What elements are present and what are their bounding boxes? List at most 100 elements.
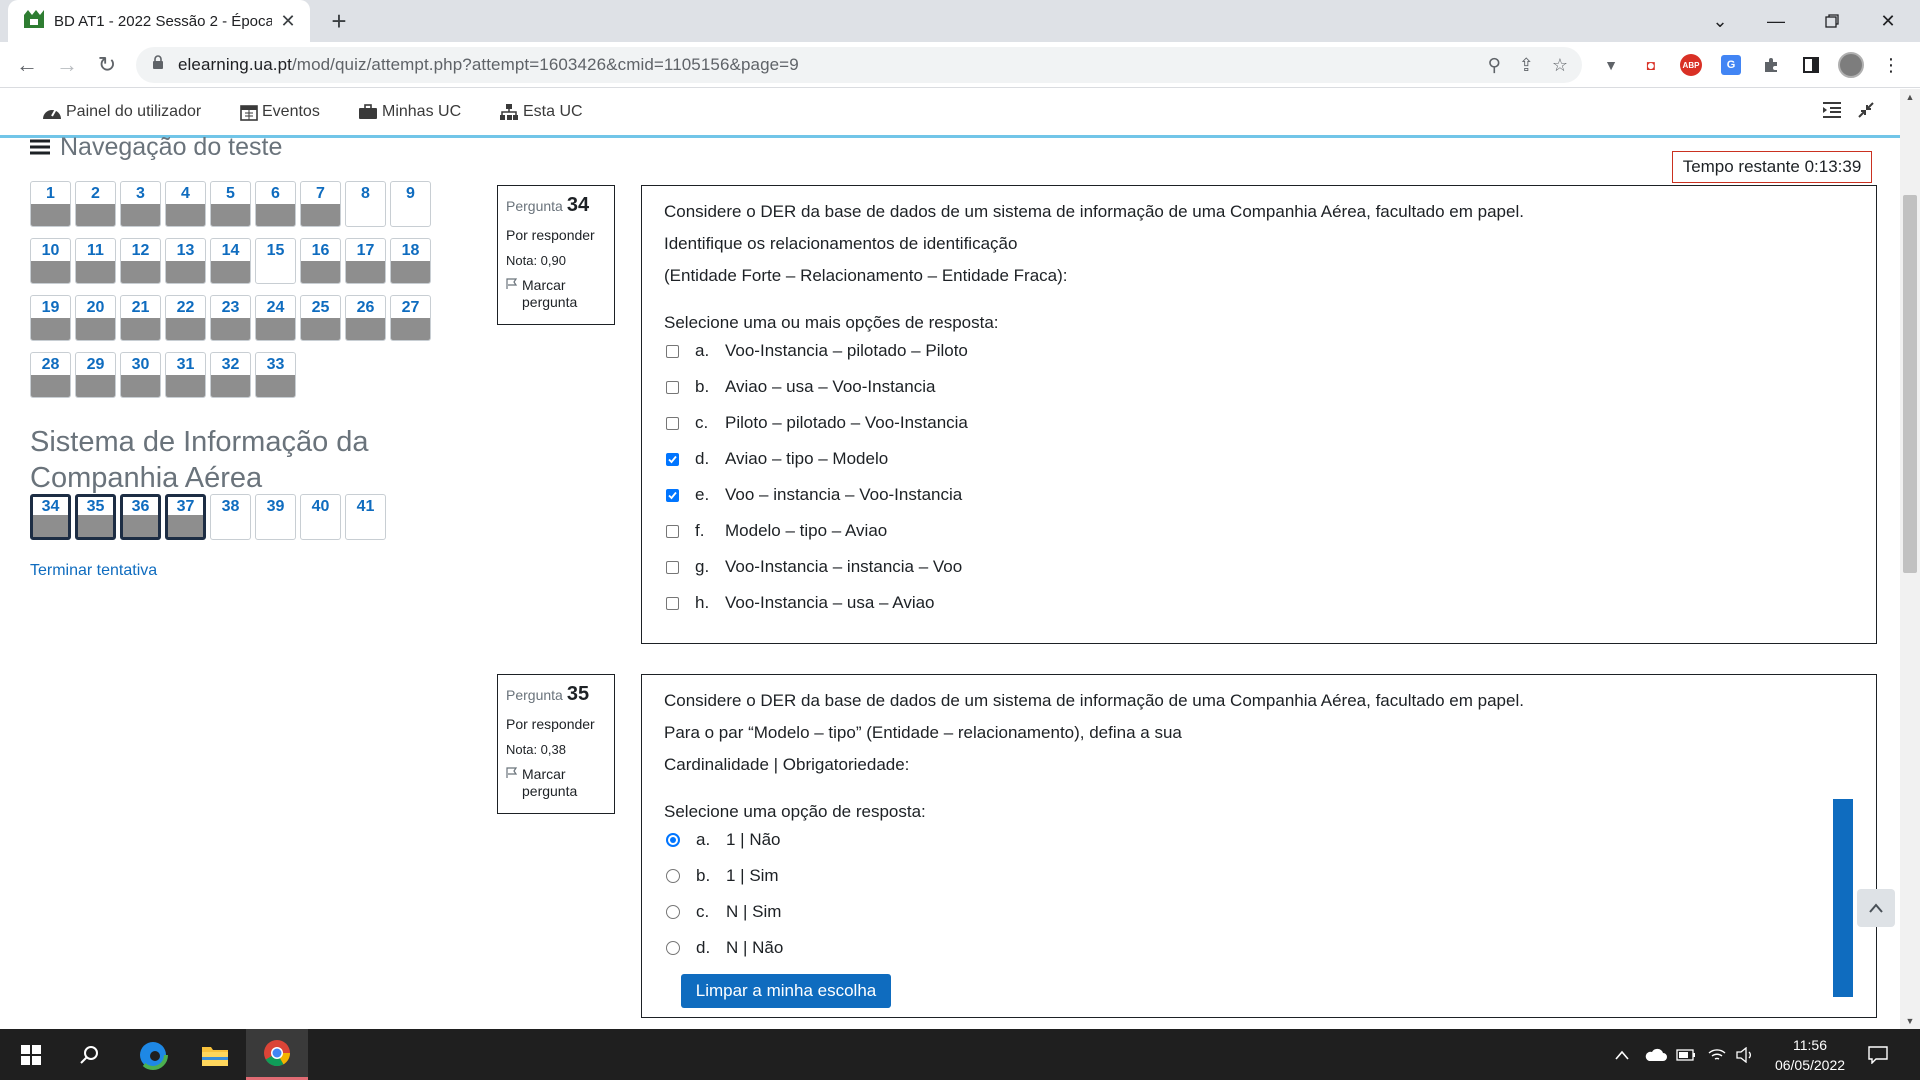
toggle-blocks-icon[interactable] (1822, 101, 1842, 119)
quiz-nav-button[interactable]: 21 (120, 295, 161, 341)
quiz-nav-button[interactable]: 1 (30, 181, 71, 227)
checkbox[interactable] (666, 380, 679, 394)
address-bar[interactable]: elearning.ua.pt/mod/quiz/attempt.php?att… (136, 47, 1582, 83)
close-tab-icon[interactable]: ✕ (278, 11, 298, 32)
quiz-nav-button[interactable]: 28 (30, 352, 71, 398)
quiz-nav-button[interactable]: 34 (30, 494, 71, 540)
battery-icon[interactable] (1676, 1029, 1696, 1080)
file-explorer-icon[interactable] (184, 1029, 246, 1080)
new-tab-button[interactable]: + (323, 5, 355, 37)
quiz-nav-button[interactable]: 6 (255, 181, 296, 227)
scroll-down-arrow-icon[interactable]: ▼ (1900, 1013, 1920, 1029)
minimize-button[interactable]: — (1748, 0, 1804, 42)
quiz-nav-button[interactable]: 3 (120, 181, 161, 227)
option-text[interactable]: Aviao – tipo – Modelo (725, 449, 888, 469)
option-text[interactable]: N | Sim (726, 902, 781, 922)
answer-option[interactable]: a. 1 | Não (666, 828, 781, 852)
finish-attempt-link[interactable]: Terminar tentativa (30, 562, 157, 580)
checkbox-checked[interactable] (666, 452, 679, 466)
notifications-icon[interactable] (1868, 1029, 1888, 1080)
answer-option[interactable]: d. Aviao – tipo – Modelo (666, 447, 888, 471)
quiz-nav-button[interactable]: 4 (165, 181, 206, 227)
quiz-nav-button[interactable]: 32 (210, 352, 251, 398)
edge-browser-icon[interactable] (122, 1029, 184, 1080)
answer-option[interactable]: h. Voo-Instancia – usa – Aviao (666, 591, 935, 615)
checkbox[interactable] (666, 344, 679, 358)
browser-tab-active[interactable]: BD AT1 - 2022 Sessão 2 - Época ✕ (8, 0, 310, 42)
radio-selected[interactable] (666, 833, 680, 847)
radio-button[interactable] (666, 941, 680, 955)
quiz-nav-button[interactable]: 40 (300, 494, 341, 540)
quiz-nav-button[interactable]: 22 (165, 295, 206, 341)
back-arrow-icon[interactable]: ← (12, 50, 42, 80)
quiz-nav-button[interactable]: 29 (75, 352, 116, 398)
quiz-nav-button[interactable]: 26 (345, 295, 386, 341)
show-hidden-icons[interactable] (1615, 1029, 1629, 1080)
google-translate-icon[interactable]: G (1718, 52, 1744, 78)
quiz-nav-button[interactable]: 18 (390, 238, 431, 284)
nav-events[interactable]: Eventos (240, 103, 320, 121)
quiz-nav-button[interactable]: 24 (255, 295, 296, 341)
scrollbar-thumb[interactable] (1903, 195, 1917, 573)
checkbox[interactable] (666, 596, 679, 610)
answer-option[interactable]: b. 1 | Sim (666, 864, 779, 888)
nav-this-course[interactable]: Esta UC (499, 103, 583, 121)
browser-menu-icon[interactable]: ⋮ (1878, 52, 1904, 78)
quiz-nav-button[interactable]: 9 (390, 181, 431, 227)
onedrive-cloud-icon[interactable] (1645, 1029, 1667, 1080)
option-text[interactable]: Aviao – usa – Voo-Instancia (725, 377, 935, 397)
quiz-nav-button[interactable]: 31 (165, 352, 206, 398)
quiz-nav-button[interactable]: 33 (255, 352, 296, 398)
quiz-nav-button[interactable]: 14 (210, 238, 251, 284)
nav-dashboard[interactable]: Painel do utilizador (42, 103, 201, 121)
url-text[interactable]: elearning.ua.pt/mod/quiz/attempt.php?att… (178, 55, 799, 75)
chrome-browser-icon[interactable] (246, 1029, 308, 1080)
restore-button[interactable] (1804, 0, 1860, 42)
clear-choice-button[interactable]: Limpar a minha escolha (681, 974, 891, 1008)
quiz-nav-button[interactable]: 15 (255, 238, 296, 284)
close-window-button[interactable]: ✕ (1860, 0, 1916, 42)
quiz-nav-button[interactable]: 13 (165, 238, 206, 284)
quiz-nav-button[interactable]: 35 (75, 494, 116, 540)
answer-option[interactable]: d. N | Não (666, 936, 783, 960)
volume-icon[interactable] (1736, 1029, 1754, 1080)
quiz-nav-button[interactable]: 39 (255, 494, 296, 540)
forward-arrow-icon[interactable]: → (52, 50, 82, 80)
taskbar-clock[interactable]: 11:56 06/05/2022 (1760, 1035, 1860, 1075)
bookmark-star-icon[interactable]: ☆ (1552, 55, 1568, 76)
quiz-nav-button[interactable]: 2 (75, 181, 116, 227)
option-text[interactable]: N | Não (726, 938, 783, 958)
quiz-nav-button[interactable]: 16 (300, 238, 341, 284)
quiz-nav-button[interactable]: 30 (120, 352, 161, 398)
quiz-nav-button[interactable]: 10 (30, 238, 71, 284)
extensions-puzzle-icon[interactable] (1758, 52, 1784, 78)
quiz-nav-button[interactable]: 27 (390, 295, 431, 341)
share-icon[interactable]: ⇪ (1519, 55, 1534, 76)
option-text[interactable]: Voo-Instancia – pilotado – Piloto (725, 341, 968, 361)
option-text[interactable]: Modelo – tipo – Aviao (725, 521, 887, 541)
collapse-fullscreen-icon[interactable] (1858, 102, 1874, 118)
answer-option[interactable]: a. Voo-Instancia – pilotado – Piloto (666, 339, 968, 363)
quiz-nav-button[interactable]: 5 (210, 181, 251, 227)
quiz-nav-button[interactable]: 41 (345, 494, 386, 540)
answer-option[interactable]: f. Modelo – tipo – Aviao (666, 519, 887, 543)
quiz-nav-button[interactable]: 8 (345, 181, 386, 227)
quiz-nav-button[interactable]: 36 (120, 494, 161, 540)
windows-start-icon[interactable] (0, 1029, 62, 1080)
extension-pocket-icon[interactable]: ◘ (1638, 52, 1664, 78)
tab-search-icon[interactable]: ⌄ (1692, 0, 1748, 42)
profile-avatar[interactable] (1838, 52, 1864, 78)
scroll-up-arrow-icon[interactable]: ▲ (1900, 89, 1920, 105)
answer-option[interactable]: c. N | Sim (666, 900, 781, 924)
option-text[interactable]: Voo-Instancia – usa – Aviao (725, 593, 935, 613)
quiz-nav-button[interactable]: 23 (210, 295, 251, 341)
checkbox[interactable] (666, 560, 679, 574)
answer-option[interactable]: e. Voo – instancia – Voo-Instancia (666, 483, 962, 507)
quiz-nav-button[interactable]: 25 (300, 295, 341, 341)
flag-question-link[interactable]: Marcar pergunta (506, 277, 606, 311)
answer-option[interactable]: g. Voo-Instancia – instancia – Voo (666, 555, 962, 579)
quiz-nav-button[interactable]: 11 (75, 238, 116, 284)
checkbox-checked[interactable] (666, 488, 679, 502)
radio-button[interactable] (666, 905, 680, 919)
checkbox[interactable] (666, 416, 679, 430)
